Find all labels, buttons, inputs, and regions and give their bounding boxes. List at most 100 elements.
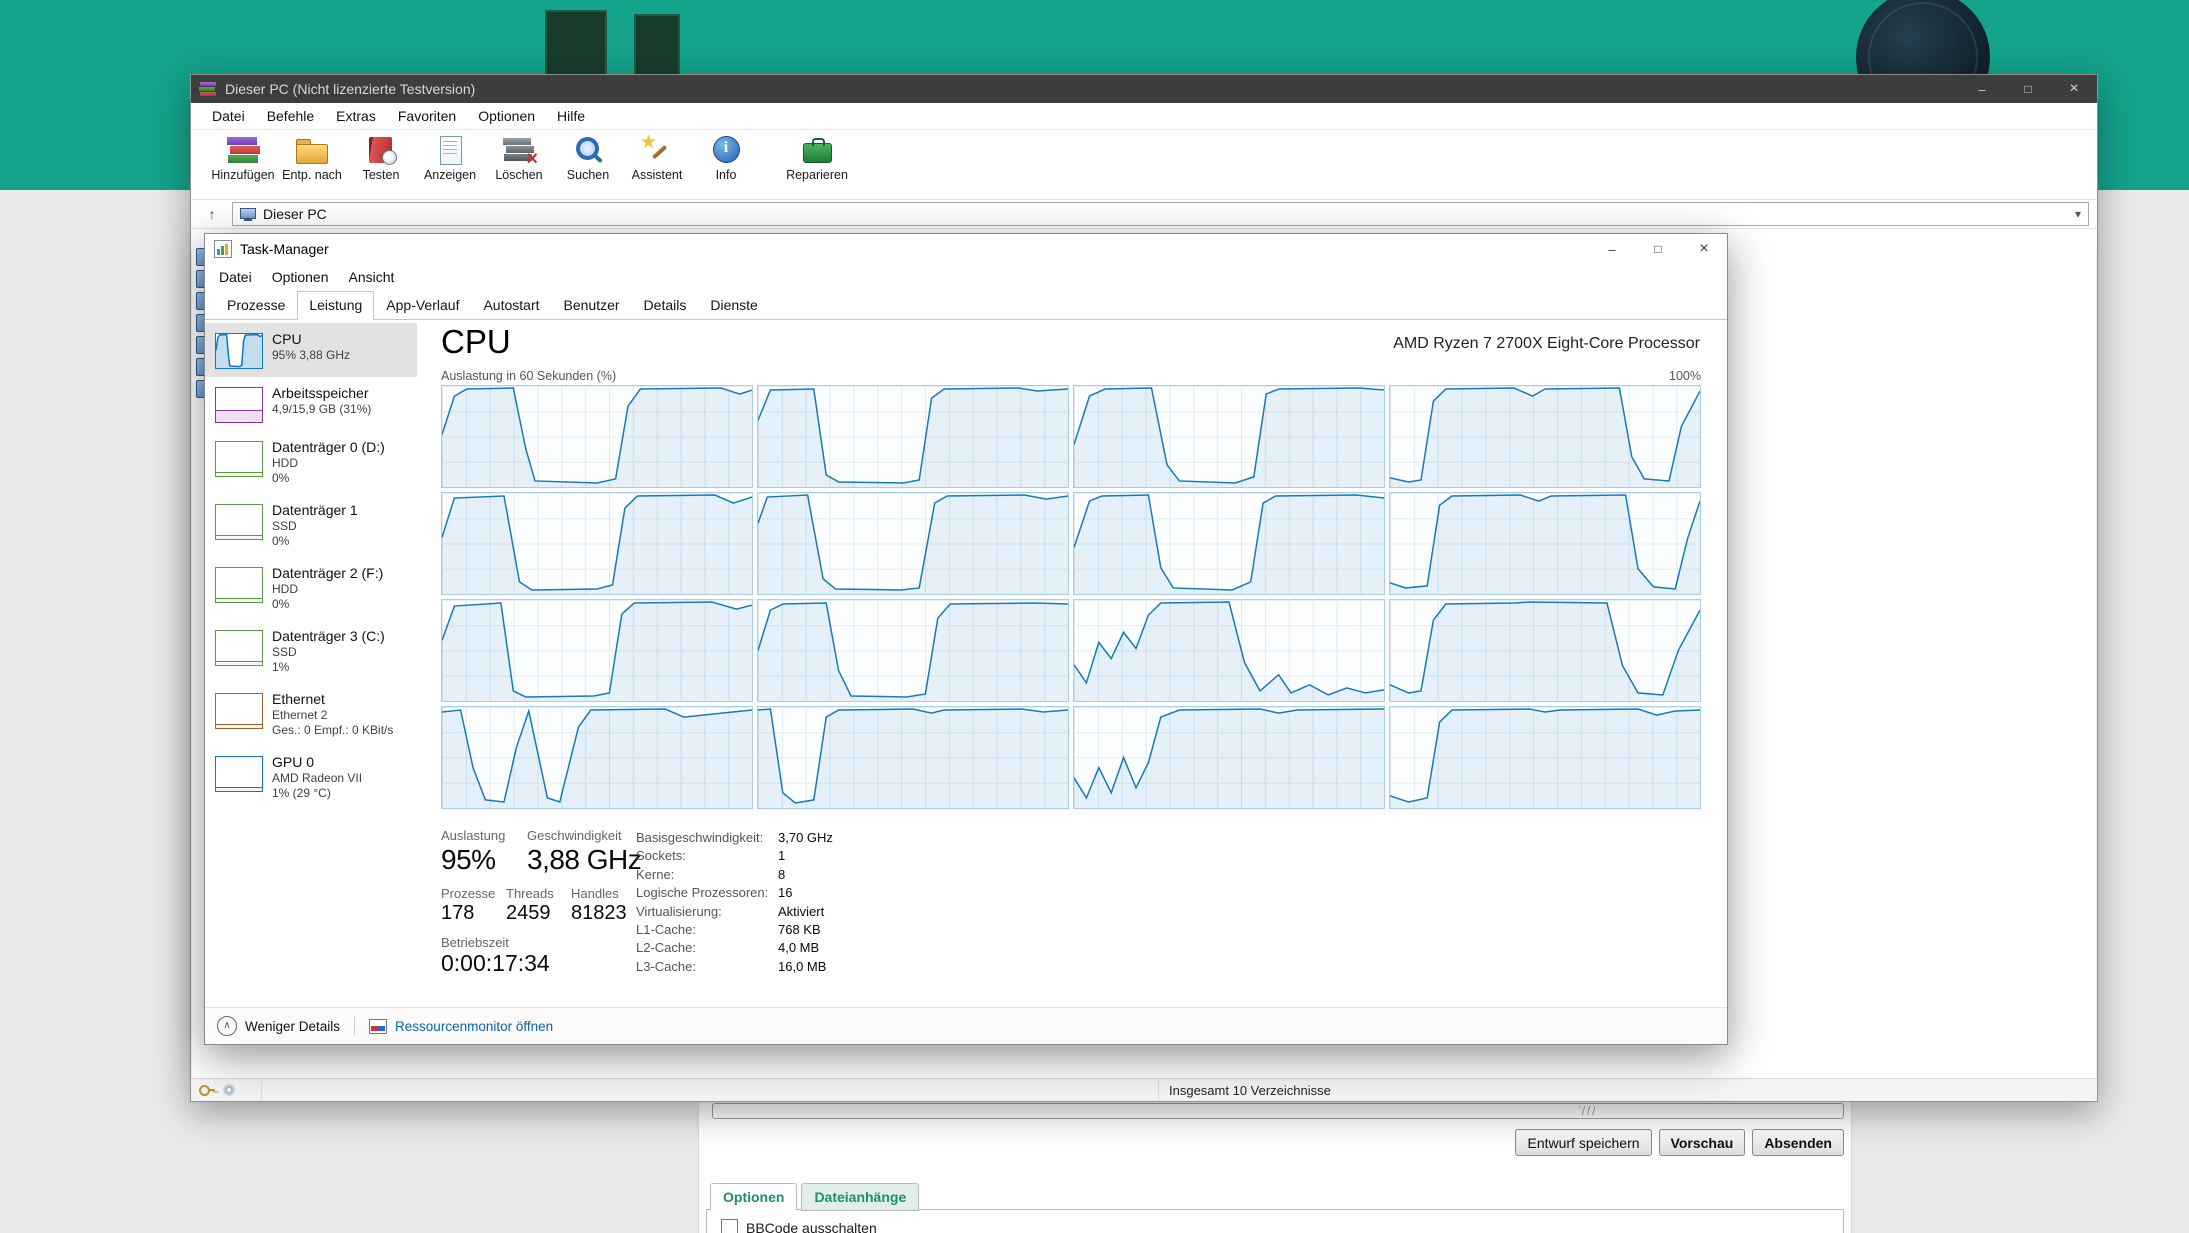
tm-tab-dienste[interactable]: Dienste [698,291,769,320]
fewer-details-toggle[interactable]: Weniger Details [245,1019,340,1034]
winrar-menu-hilfe[interactable]: Hilfe [546,108,596,124]
tm-menu-datei[interactable]: Datei [209,269,262,285]
winrar-menu-extras[interactable]: Extras [325,108,387,124]
resource-stat: 0% [272,534,290,548]
minimize-button[interactable] [1589,234,1635,264]
tm-tab-details[interactable]: Details [632,291,699,320]
toolbar-suchen[interactable]: Suchen [556,133,620,182]
toolbar-anzeigen[interactable]: Anzeigen [418,133,482,182]
cpu-detail-label: L1-Cache: [636,921,696,937]
close-button[interactable] [1681,234,1727,264]
cpu-core-graphs [441,385,1701,809]
task-manager-app-icon [214,240,232,258]
tm-sidebar-datentr-ger-1[interactable]: Datenträger 1 SSD 0% [205,494,417,557]
cpu-detail-label: Virtualisierung: [636,903,722,919]
divider [354,1017,356,1035]
forum-button-absenden[interactable]: Absenden [1752,1129,1844,1156]
cpu-usage-value: 95% [441,844,496,875]
tm-sidebar-datentr-ger-3-c[interactable]: Datenträger 3 (C:) SSD 1% [205,620,417,683]
resource-stat: 0% [272,597,290,611]
task-manager-menubar: Datei Optionen Ansicht [205,264,1727,289]
cpu-core-graph-1 [441,385,753,488]
cpu-detail-label: L2-Cache: [636,940,696,956]
toolbar-hinzuf-gen[interactable]: Hinzufügen [211,133,275,182]
toolbar-assistent[interactable]: Assistent [625,131,689,182]
resource-thumbnail [215,567,263,603]
resource-name: Arbeitsspeicher [272,385,369,401]
tm-sidebar-datentr-ger-2-f[interactable]: Datenträger 2 (F:) HDD 0% [205,557,417,620]
winrar-menu-optionen[interactable]: Optionen [467,108,546,124]
message-textarea[interactable] [712,1103,1844,1119]
resize-handle-icon [1579,1106,1595,1115]
tm-menu-ansicht[interactable]: Ansicht [339,269,405,285]
address-combobox[interactable]: Dieser PC [232,202,2089,226]
resource-thumbnail [215,504,263,540]
forum-tab-strip: Optionen Dateianhänge [710,1183,920,1211]
tm-sidebar-cpu[interactable]: CPU 95% 3,88 GHz [205,323,417,377]
memory-usage-fill [216,410,262,422]
cpu-detail-value: 768 KB [778,921,821,937]
cpu-detail-value: 16 [778,885,793,901]
bbcode-checkbox[interactable] [721,1219,738,1233]
resource-stat: HDD [272,456,298,470]
cpu-detail-value: 1 [778,848,786,864]
up-one-level-button[interactable] [199,203,225,225]
tm-tab-autostart[interactable]: Autostart [471,291,551,320]
extract-to-icon [293,133,331,167]
uptime-value: 0:00:17:34 [441,950,550,976]
tm-sidebar-gpu-0[interactable]: GPU 0 AMD Radeon VII 1% (29 °C) [205,746,417,809]
cpu-core-graph-15 [1073,706,1385,809]
tm-tab-leistung[interactable]: Leistung [297,291,375,320]
chart-max-label: 100% [1669,369,1701,383]
handles-value: 81823 [571,902,627,924]
cpu-heading: CPU [441,323,511,360]
tm-tab-prozesse[interactable]: Prozesse [215,291,297,320]
close-button[interactable] [2051,75,2097,103]
resource-name: Ethernet [272,691,325,707]
window-controls [1589,234,1727,264]
resource-label: CPU 95% 3,88 GHz [272,331,350,369]
activity-line [216,472,262,476]
winrar-titlebar[interactable]: Dieser PC (Nicht lizenzierte Testversion… [191,75,2097,103]
winrar-menu-favoriten[interactable]: Favoriten [387,108,467,124]
resource-monitor-link[interactable]: Ressourcenmonitor öffnen [395,1019,553,1034]
resource-thumbnail [215,333,263,369]
chevron-down-icon[interactable] [2075,205,2081,223]
winrar-menu-datei[interactable]: Datei [201,108,256,124]
resource-name: Datenträger 0 (D:) [272,439,385,455]
minimize-button[interactable] [1959,75,2005,103]
forum-options-panel: BBCode ausschalten [706,1209,1844,1233]
forum-button-entwurf-speichern[interactable]: Entwurf speichern [1515,1129,1652,1156]
statusbar-spacer [262,1079,1159,1101]
forum-tab-optionen[interactable]: Optionen [710,1183,798,1211]
toolbar-entp-nach[interactable]: Entp. nach [280,133,344,182]
tm-sidebar-datentr-ger-0-d[interactable]: Datenträger 0 (D:) HDD 0% [205,431,417,494]
threads-value: 2459 [506,902,551,924]
toolbar-label: Testen [362,168,400,182]
toolbar-testen[interactable]: Testen [349,133,413,182]
view-file-icon [431,133,469,167]
winrar-toolbar: Hinzufügen Entp. nach Testen Anzeigen Lösche… [191,130,2097,200]
tm-sidebar-arbeitsspeicher[interactable]: Arbeitsspeicher 4,9/15,9 GB (31%) [205,377,417,431]
forum-tab-dateianh-nge[interactable]: Dateianhänge [801,1183,920,1211]
cpu-core-graph-6 [757,492,1069,595]
winrar-status-text: Insgesamt 10 Verzeichnisse [1169,1082,1331,1098]
tm-tab-app-verlauf[interactable]: App-Verlauf [374,291,471,320]
tm-tab-benutzer[interactable]: Benutzer [552,291,632,320]
task-manager-title: Task-Manager [240,241,329,257]
toolbar-reparieren[interactable]: Reparieren [785,133,849,182]
resource-stat: Ethernet 2 [272,708,328,722]
forum-button-vorschau[interactable]: Vorschau [1658,1129,1746,1156]
maximize-button[interactable] [1635,234,1681,264]
tm-sidebar-ethernet[interactable]: Ethernet Ethernet 2 Ges.: 0 Empf.: 0 KBit/… [205,683,417,746]
task-manager-titlebar[interactable]: Task-Manager [205,234,1727,264]
tm-menu-optionen[interactable]: Optionen [262,269,339,285]
cpu-detail-label: Sockets: [636,848,686,864]
task-manager-footer: Weniger Details Ressourcenmonitor öffnen [205,1007,1727,1044]
cpu-core-graph-7 [1073,492,1385,595]
winrar-menu-befehle[interactable]: Befehle [256,108,325,124]
maximize-button[interactable] [2005,75,2051,103]
resource-label: Ethernet Ethernet 2 Ges.: 0 Empf.: 0 KBit/… [272,691,393,738]
toolbar-info[interactable]: Info [694,133,758,182]
toolbar-l-schen[interactable]: Löschen [487,133,551,182]
